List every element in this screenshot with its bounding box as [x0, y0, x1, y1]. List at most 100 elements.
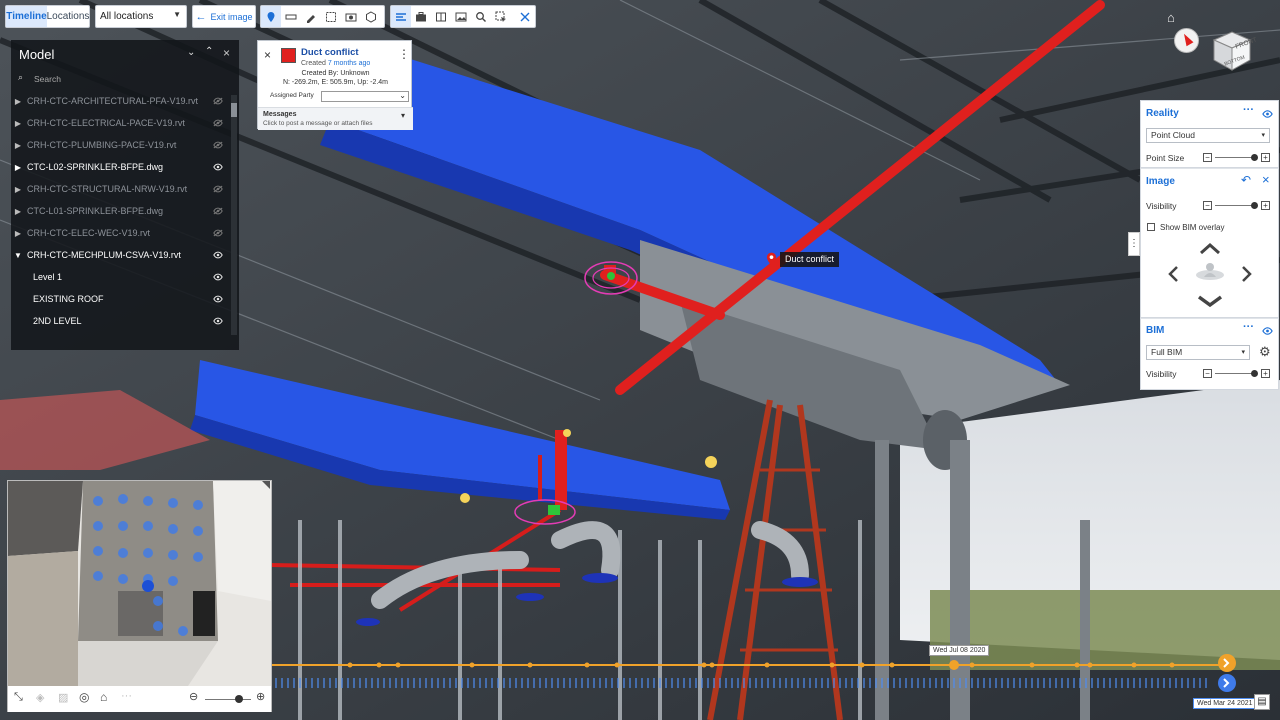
- zoom-out-icon[interactable]: ⊖: [189, 690, 198, 703]
- pencil-icon[interactable]: [301, 6, 321, 27]
- tab-locations[interactable]: Locations: [47, 6, 90, 27]
- tree-item[interactable]: EXISTING ROOF: [11, 288, 235, 310]
- chevron-down-icon[interactable]: ⌄: [187, 47, 195, 58]
- assigned-party-select[interactable]: ⌄: [321, 91, 409, 102]
- timeline[interactable]: [272, 650, 1272, 710]
- chevron-right-icon[interactable]: ▶: [11, 207, 25, 216]
- chevron-right-icon[interactable]: ▶: [11, 97, 25, 106]
- plus-icon[interactable]: +: [1261, 153, 1270, 162]
- compass-icon[interactable]: [1174, 28, 1199, 53]
- image-visibility-slider-knob[interactable]: [1251, 202, 1258, 209]
- document-icon[interactable]: [431, 6, 451, 27]
- panel-collapse-handle[interactable]: ⋮: [1128, 232, 1140, 256]
- eye-off-icon[interactable]: [213, 206, 223, 216]
- minus-icon[interactable]: −: [1203, 369, 1212, 378]
- area-select-icon[interactable]: [321, 6, 341, 27]
- expand-icon[interactable]: ⤡: [14, 691, 23, 704]
- messages-section[interactable]: Messages Click to post a message or atta…: [258, 107, 413, 130]
- briefcase-icon[interactable]: [411, 6, 431, 27]
- issue-marker-label: Duct conflict: [780, 252, 840, 267]
- gear-icon[interactable]: ⚙: [1259, 344, 1271, 360]
- eye-off-icon[interactable]: [213, 96, 223, 106]
- list-icon[interactable]: [391, 6, 411, 27]
- plus-icon[interactable]: +: [1261, 369, 1270, 378]
- zoom-in-icon[interactable]: ⊕: [256, 690, 265, 703]
- tab-timeline[interactable]: Timeline: [6, 6, 47, 27]
- image-icon[interactable]: [451, 6, 471, 27]
- tree-item[interactable]: Level 1: [11, 266, 235, 288]
- eye-icon[interactable]: [1262, 110, 1273, 118]
- minus-icon[interactable]: −: [1203, 153, 1212, 162]
- tree-item[interactable]: ▶ CTC-L01-SPRINKLER-BFPE.dwg: [11, 200, 235, 222]
- tree-item-label: CTC-L01-SPRINKLER-BFPE.dwg: [27, 206, 164, 216]
- cube-icon[interactable]: [361, 6, 381, 27]
- search-icon[interactable]: [471, 6, 491, 27]
- eye-icon[interactable]: [1262, 327, 1273, 335]
- plus-icon[interactable]: +: [1261, 201, 1270, 210]
- location-pin-icon[interactable]: [261, 6, 281, 27]
- issue-title[interactable]: Duct conflict: [301, 47, 359, 58]
- home-icon[interactable]: ⌂: [1167, 10, 1175, 25]
- tree-item[interactable]: ▶ CRH-CTC-PLUMBING-PACE-V19.rvt: [11, 134, 235, 156]
- minus-icon[interactable]: −: [1203, 201, 1212, 210]
- show-bim-overlay-checkbox[interactable]: [1147, 223, 1155, 231]
- eye-icon[interactable]: [213, 162, 223, 172]
- chevron-right-icon[interactable]: ▶: [11, 141, 25, 150]
- bim-type-select[interactable]: Full BIM ▾: [1146, 345, 1250, 360]
- tree-item[interactable]: 2ND LEVEL: [11, 310, 235, 332]
- view-cube[interactable]: FRONT BOTTOM: [1210, 28, 1258, 72]
- chevron-right-icon[interactable]: ▶: [11, 185, 25, 194]
- close-icon[interactable]: [515, 6, 535, 27]
- camera-icon[interactable]: [341, 6, 361, 27]
- scrollbar[interactable]: [231, 95, 237, 335]
- exit-image-button[interactable]: ← Exit image: [192, 5, 256, 28]
- undo-icon[interactable]: ↶: [1241, 173, 1251, 187]
- more-options-icon[interactable]: ⋮: [398, 47, 410, 61]
- chevron-right-icon[interactable]: ▶: [11, 163, 25, 172]
- eye-icon[interactable]: [213, 294, 223, 304]
- zoom-slider[interactable]: [205, 699, 251, 700]
- eye-icon[interactable]: [213, 316, 223, 326]
- calendar-icon[interactable]: ▤: [1254, 694, 1270, 710]
- home-icon[interactable]: ⌂: [100, 690, 107, 704]
- bim-visibility-slider-knob[interactable]: [1251, 370, 1258, 377]
- more-options-icon[interactable]: ···: [1243, 104, 1254, 116]
- image-icon[interactable]: ▨: [58, 691, 68, 704]
- more-options-icon[interactable]: ···: [1243, 321, 1254, 333]
- tree-item[interactable]: ▶ CRH-CTC-ELEC-WEC-V19.rvt: [11, 222, 235, 244]
- location-select[interactable]: All locations ▼: [95, 5, 187, 28]
- eye-off-icon[interactable]: [213, 184, 223, 194]
- reality-type-select[interactable]: Point Cloud ▾: [1146, 128, 1270, 143]
- select-cursor-icon[interactable]: [491, 6, 511, 27]
- more-options-icon[interactable]: ···: [121, 690, 132, 702]
- layers-icon[interactable]: ◈: [36, 691, 44, 704]
- close-icon[interactable]: ×: [264, 48, 271, 62]
- eye-off-icon[interactable]: [213, 228, 223, 238]
- tree-item[interactable]: ▶ CRH-CTC-ELECTRICAL-PACE-V19.rvt: [11, 112, 235, 134]
- tree-item[interactable]: ▶ CTC-L02-SPRINKLER-BFPE.dwg: [11, 156, 235, 178]
- issue-color-swatch[interactable]: [281, 48, 296, 63]
- chevron-up-icon[interactable]: ⌃: [205, 46, 213, 57]
- eye-off-icon[interactable]: [213, 140, 223, 150]
- minimap-view[interactable]: [8, 481, 271, 686]
- close-icon[interactable]: ×: [1262, 172, 1270, 187]
- tree-item[interactable]: ▼ CRH-CTC-MECHPLUM-CSVA-V19.rvt: [11, 244, 235, 266]
- measure-icon[interactable]: [281, 6, 301, 27]
- zoom-slider-knob[interactable]: [235, 695, 243, 703]
- chevron-down-icon[interactable]: ▼: [11, 251, 25, 260]
- eye-off-icon[interactable]: [213, 118, 223, 128]
- point-size-slider-knob[interactable]: [1251, 154, 1258, 161]
- tree-item[interactable]: ▶ CRH-CTC-STRUCTURAL-NRW-V19.rvt: [11, 178, 235, 200]
- model-search-field[interactable]: ⌕ Search: [15, 71, 225, 87]
- chevron-right-icon[interactable]: ▶: [11, 119, 25, 128]
- navigation-arrows[interactable]: [1165, 241, 1255, 311]
- location-pin-icon: [766, 252, 777, 266]
- target-icon[interactable]: ◎: [79, 690, 89, 704]
- eye-icon[interactable]: [213, 250, 223, 260]
- eye-icon[interactable]: [213, 272, 223, 282]
- timeline-current-marker[interactable]: [949, 660, 959, 670]
- tree-item[interactable]: ▶ CRH-CTC-ARCHITECTURAL-PFA-V19.rvt: [11, 90, 235, 112]
- chevron-right-icon[interactable]: ▶: [11, 229, 25, 238]
- close-icon[interactable]: ×: [223, 46, 230, 60]
- bim-type-value: Full BIM: [1151, 347, 1183, 357]
